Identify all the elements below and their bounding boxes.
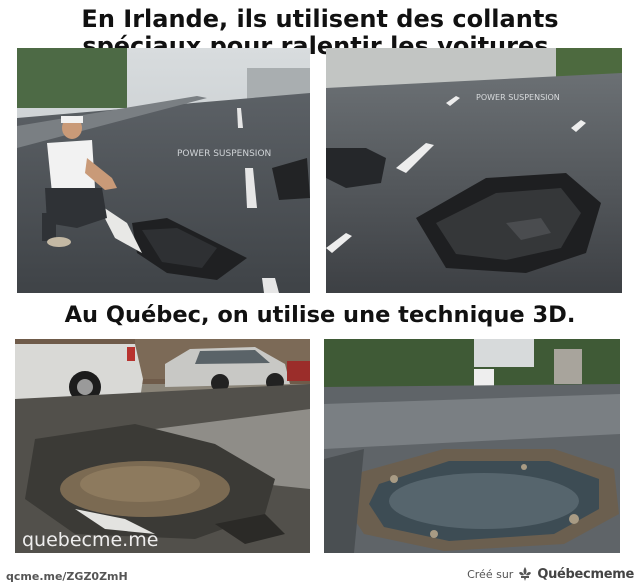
brand-name[interactable]: Québecmeme (537, 567, 634, 582)
fleur-de-lis-icon (517, 566, 533, 582)
photo-ireland-man-sticker: POWER SUSPENSION (17, 48, 310, 293)
watermark-text: quebecme.me (22, 529, 158, 551)
photo-quebec-water-pothole (324, 339, 620, 553)
short-link[interactable]: qcme.me/ZGZ0ZmH (6, 570, 128, 583)
created-on-label: Créé sur (467, 567, 514, 581)
road-sign-text-2: POWER SUSPENSION (476, 93, 560, 102)
photo-ireland-road-potholes: POWER SUSPENSION (326, 48, 622, 293)
middle-caption: Au Québec, on utilise une technique 3D. (64, 302, 576, 328)
footer-credit: Créé sur Québecmeme (467, 566, 634, 582)
top-caption-line-1: En Irlande, ils utilisent des collants (81, 5, 559, 33)
photo-quebec-street-potholes: quebecme.me (15, 339, 310, 553)
road-sign-text-1: POWER SUSPENSION (177, 149, 271, 159)
